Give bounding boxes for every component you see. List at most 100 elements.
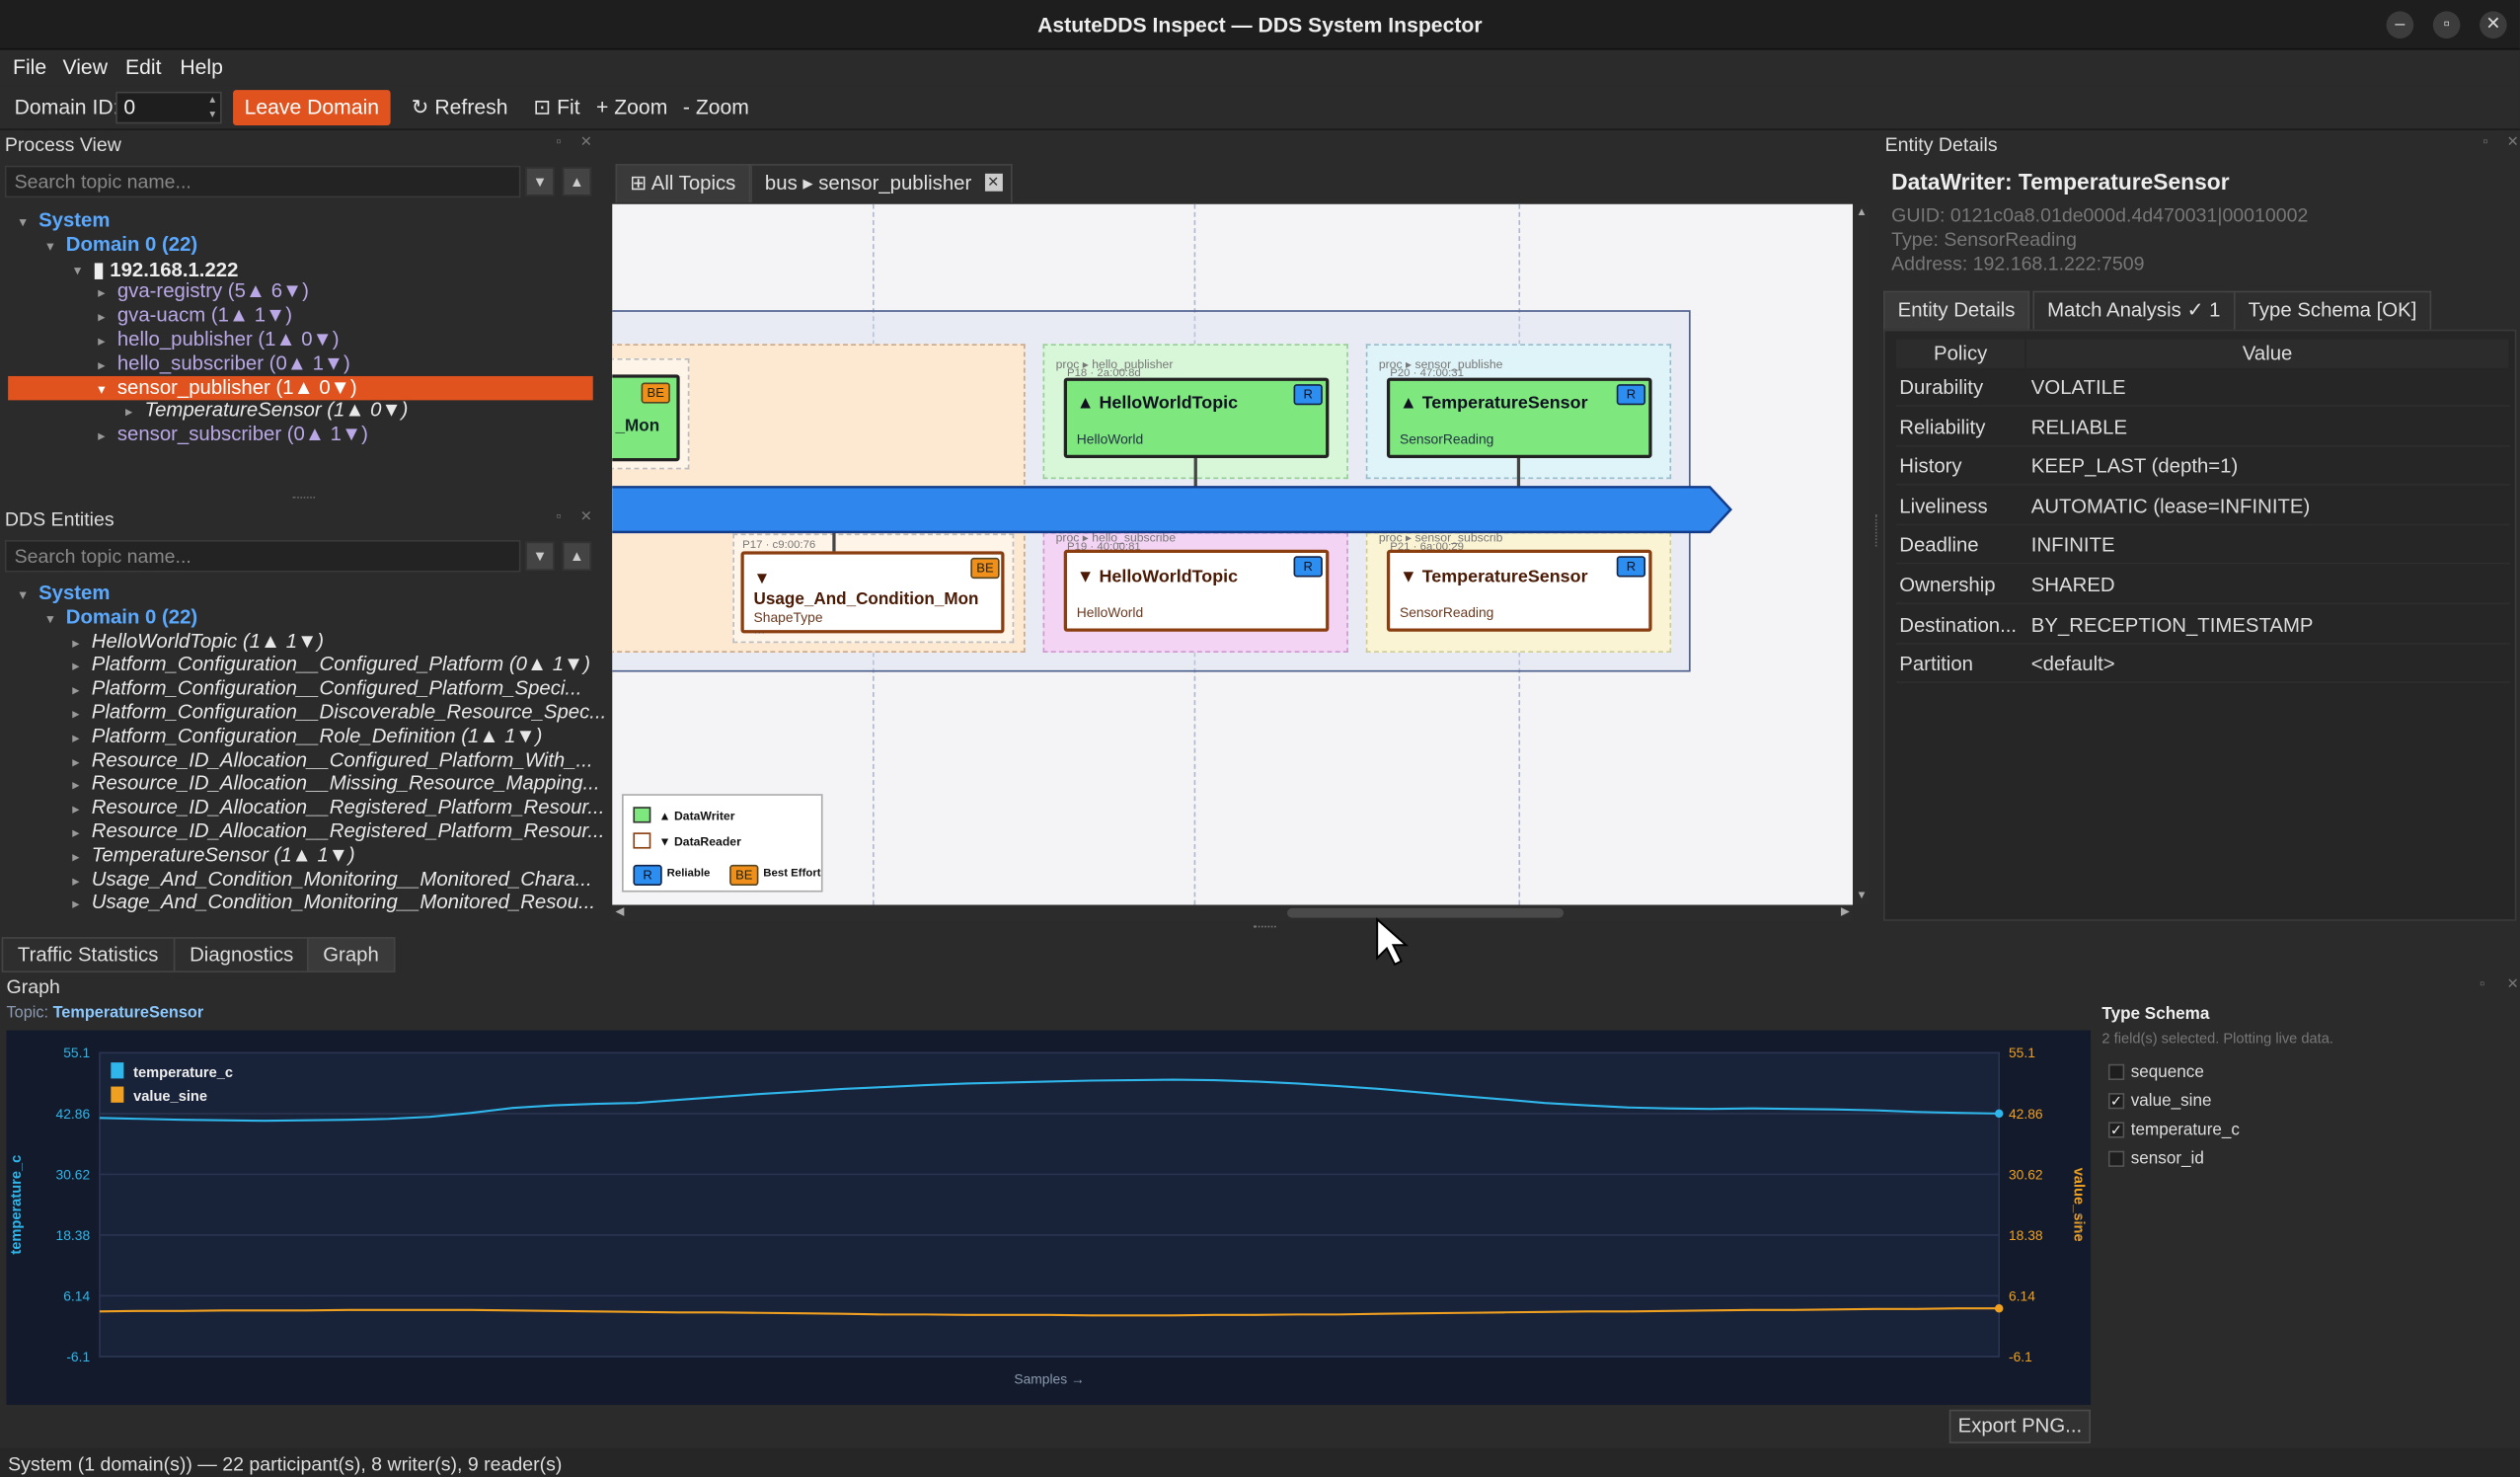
zoom-in-button[interactable]: + Zoom bbox=[596, 95, 667, 118]
expand-arrow-icon[interactable]: ▸ bbox=[72, 682, 79, 700]
graph-plot[interactable]: 55.1 55.1 42.86 42.86 30.62 30.62 18.38 18.38 6.… bbox=[6, 1030, 2092, 1405]
tree-item[interactable]: TemperatureSensor (1▲ 0▼) bbox=[145, 399, 409, 422]
expand-arrow-icon[interactable]: ▸ bbox=[98, 428, 105, 445]
expand-arrow-icon[interactable]: ▸ bbox=[72, 824, 79, 842]
tree-item[interactable]: System bbox=[38, 209, 110, 232]
search-down-icon[interactable]: ▼ bbox=[525, 541, 555, 571]
expand-arrow-icon[interactable]: ▸ bbox=[72, 730, 79, 747]
tree-item[interactable]: Domain 0 (22) bbox=[66, 605, 197, 628]
field-checkbox[interactable]: ✓ bbox=[2107, 1122, 2125, 1138]
expand-arrow-icon[interactable]: ▾ bbox=[74, 262, 81, 279]
expand-arrow-icon[interactable]: ▸ bbox=[72, 658, 79, 675]
tree-item[interactable]: Platform_Configuration__Discoverable_Res… bbox=[92, 701, 606, 724]
tree-item[interactable]: TemperatureSensor (1▲ 1▼) bbox=[92, 843, 355, 866]
tab-diagnostics[interactable]: Diagnostics bbox=[173, 937, 310, 972]
expand-arrow-icon[interactable]: ▸ bbox=[98, 309, 105, 327]
menu-edit[interactable]: Edit bbox=[125, 54, 161, 78]
expand-arrow-icon[interactable]: ▾ bbox=[46, 610, 53, 628]
float-icon[interactable]: ▫ bbox=[556, 133, 561, 149]
bus-arrow[interactable] bbox=[612, 484, 1737, 535]
expand-arrow-icon[interactable]: ▸ bbox=[125, 404, 132, 422]
tree-item[interactable]: sensor_publisher (1▲ 0▼) bbox=[117, 375, 357, 398]
expand-arrow-icon[interactable]: ▸ bbox=[72, 634, 79, 652]
tree-item[interactable]: Platform_Configuration__Configured_Platf… bbox=[92, 654, 590, 676]
tree-item[interactable]: hello_subscriber (0▲ 1▼) bbox=[117, 351, 350, 374]
expand-arrow-icon[interactable]: ▸ bbox=[98, 285, 105, 303]
tree-item[interactable]: ▮ 192.168.1.222 bbox=[93, 257, 238, 280]
zoom-out-button[interactable]: - Zoom bbox=[683, 95, 749, 118]
reader-card-helloworld[interactable]: R ▼ HelloWorldTopic HelloWorld bbox=[1063, 549, 1330, 632]
tree-item[interactable]: Usage_And_Condition_Monitoring__Monitore… bbox=[92, 867, 592, 890]
process-search-input[interactable]: Search topic name... bbox=[4, 165, 521, 198]
close-panel-icon[interactable]: ✕ bbox=[580, 133, 592, 151]
writer-card-temperaturesensor[interactable]: R ▲ TemperatureSensor SensorReading bbox=[1386, 377, 1652, 458]
topic-diagram-canvas[interactable]: BE _Mon P17 · c9:00:76 BE ▼ Usage_And_Co… bbox=[612, 203, 1854, 905]
search-up-icon[interactable]: ▲ bbox=[562, 167, 592, 196]
expand-arrow-icon[interactable]: ▸ bbox=[98, 356, 105, 374]
expand-arrow-icon[interactable]: ▾ bbox=[98, 380, 105, 398]
expand-arrow-icon[interactable]: ▸ bbox=[72, 872, 79, 890]
tab-entity-details[interactable]: Entity Details bbox=[1883, 290, 2030, 330]
refresh-button[interactable]: ↻ Refresh bbox=[412, 95, 508, 120]
float-icon[interactable]: ▫ bbox=[556, 507, 561, 523]
menu-file[interactable]: File bbox=[13, 54, 46, 78]
tab-type-schema[interactable]: Type Schema [OK] bbox=[2233, 290, 2432, 330]
field-checkbox[interactable]: ✓ bbox=[2107, 1093, 2125, 1110]
close-panel-icon[interactable]: ✕ bbox=[580, 507, 592, 525]
tab-graph[interactable]: Graph bbox=[306, 937, 396, 972]
writer-card-helloworld[interactable]: R ▲ HelloWorldTopic HelloWorld bbox=[1063, 377, 1330, 458]
tab-sensor-publisher[interactable]: bus ▸ sensor_publisher ✕ bbox=[750, 164, 1012, 203]
spin-arrows-icon[interactable]: ▴ ▾ bbox=[209, 93, 215, 121]
tree-item[interactable]: sensor_subscriber (0▲ 1▼) bbox=[117, 423, 368, 445]
vertical-scrollbar[interactable]: ▲ ▼ bbox=[1853, 203, 1870, 905]
scroll-thumb[interactable] bbox=[1287, 907, 1565, 918]
tree-item[interactable]: Usage_And_Condition_Monitoring__Monitore… bbox=[92, 892, 595, 914]
minimize-button[interactable]: – bbox=[2386, 11, 2414, 39]
expand-arrow-icon[interactable]: ▸ bbox=[72, 848, 79, 866]
reader-card-temperaturesensor[interactable]: R ▼ TemperatureSensor SensorReading bbox=[1386, 549, 1652, 632]
tree-item[interactable]: Platform_Configuration__Role_Definition … bbox=[92, 725, 543, 747]
splitter-handle[interactable] bbox=[1874, 513, 1878, 547]
writer-card-partial[interactable]: BE _Mon bbox=[612, 374, 680, 462]
close-panel-icon[interactable]: ✕ bbox=[2507, 975, 2519, 993]
float-icon[interactable]: ▫ bbox=[2482, 133, 2487, 149]
tree-item[interactable]: gva-uacm (1▲ 1▼) bbox=[117, 304, 292, 327]
tree-item[interactable]: Resource_ID_Allocation__Missing_Resource… bbox=[92, 772, 600, 795]
leave-domain-button[interactable]: Leave Domain bbox=[233, 90, 391, 125]
search-up-icon[interactable]: ▲ bbox=[562, 541, 592, 571]
tab-traffic-statistics[interactable]: Traffic Statistics bbox=[1, 937, 175, 972]
expand-arrow-icon[interactable]: ▸ bbox=[72, 801, 79, 818]
reader-card-usage[interactable]: BE ▼ Usage_And_Condition_Mon ShapeType .… bbox=[740, 551, 1005, 637]
tree-item[interactable]: Resource_ID_Allocation__Registered_Platf… bbox=[92, 819, 605, 842]
expand-arrow-icon[interactable]: ▾ bbox=[46, 238, 53, 256]
splitter-handle[interactable] bbox=[2079, 1213, 2083, 1240]
fit-button[interactable]: ⊡ Fit bbox=[533, 95, 579, 120]
scroll-right-icon[interactable]: ▶ bbox=[1841, 905, 1850, 917]
field-checkbox[interactable] bbox=[2107, 1063, 2125, 1081]
expand-arrow-icon[interactable]: ▸ bbox=[72, 895, 79, 913]
splitter-handle[interactable] bbox=[1253, 925, 1276, 929]
menu-help[interactable]: Help bbox=[180, 54, 223, 78]
tree-item[interactable]: hello_publisher (1▲ 0▼) bbox=[117, 328, 340, 350]
tab-all-topics[interactable]: ⊞ All Topics bbox=[615, 164, 750, 203]
tree-item[interactable]: Platform_Configuration__Configured_Platf… bbox=[92, 677, 582, 700]
tree-item[interactable]: HelloWorldTopic (1▲ 1▼) bbox=[92, 630, 324, 653]
expand-arrow-icon[interactable]: ▸ bbox=[72, 777, 79, 795]
entities-search-input[interactable]: Search topic name... bbox=[4, 540, 521, 573]
scroll-up-icon[interactable]: ▲ bbox=[1856, 207, 1867, 218]
float-icon[interactable]: ▫ bbox=[2480, 975, 2484, 991]
search-down-icon[interactable]: ▼ bbox=[525, 167, 555, 196]
tree-item[interactable]: Resource_ID_Allocation__Configured_Platf… bbox=[92, 748, 593, 771]
expand-arrow-icon[interactable]: ▾ bbox=[20, 214, 27, 232]
tree-item[interactable]: Resource_ID_Allocation__Registered_Platf… bbox=[92, 796, 605, 818]
tree-item[interactable]: Domain 0 (22) bbox=[66, 233, 197, 256]
tree-item[interactable]: gva-registry (5▲ 6▼) bbox=[117, 280, 309, 303]
scroll-down-icon[interactable]: ▼ bbox=[1856, 891, 1867, 901]
expand-arrow-icon[interactable]: ▾ bbox=[20, 586, 27, 604]
scroll-left-icon[interactable]: ◀ bbox=[616, 905, 625, 917]
tree-item[interactable]: System bbox=[38, 582, 110, 604]
expand-arrow-icon[interactable]: ▸ bbox=[98, 333, 105, 350]
expand-arrow-icon[interactable]: ▸ bbox=[72, 706, 79, 724]
expand-arrow-icon[interactable]: ▸ bbox=[72, 753, 79, 771]
close-tab-icon[interactable]: ✕ bbox=[984, 173, 1003, 192]
